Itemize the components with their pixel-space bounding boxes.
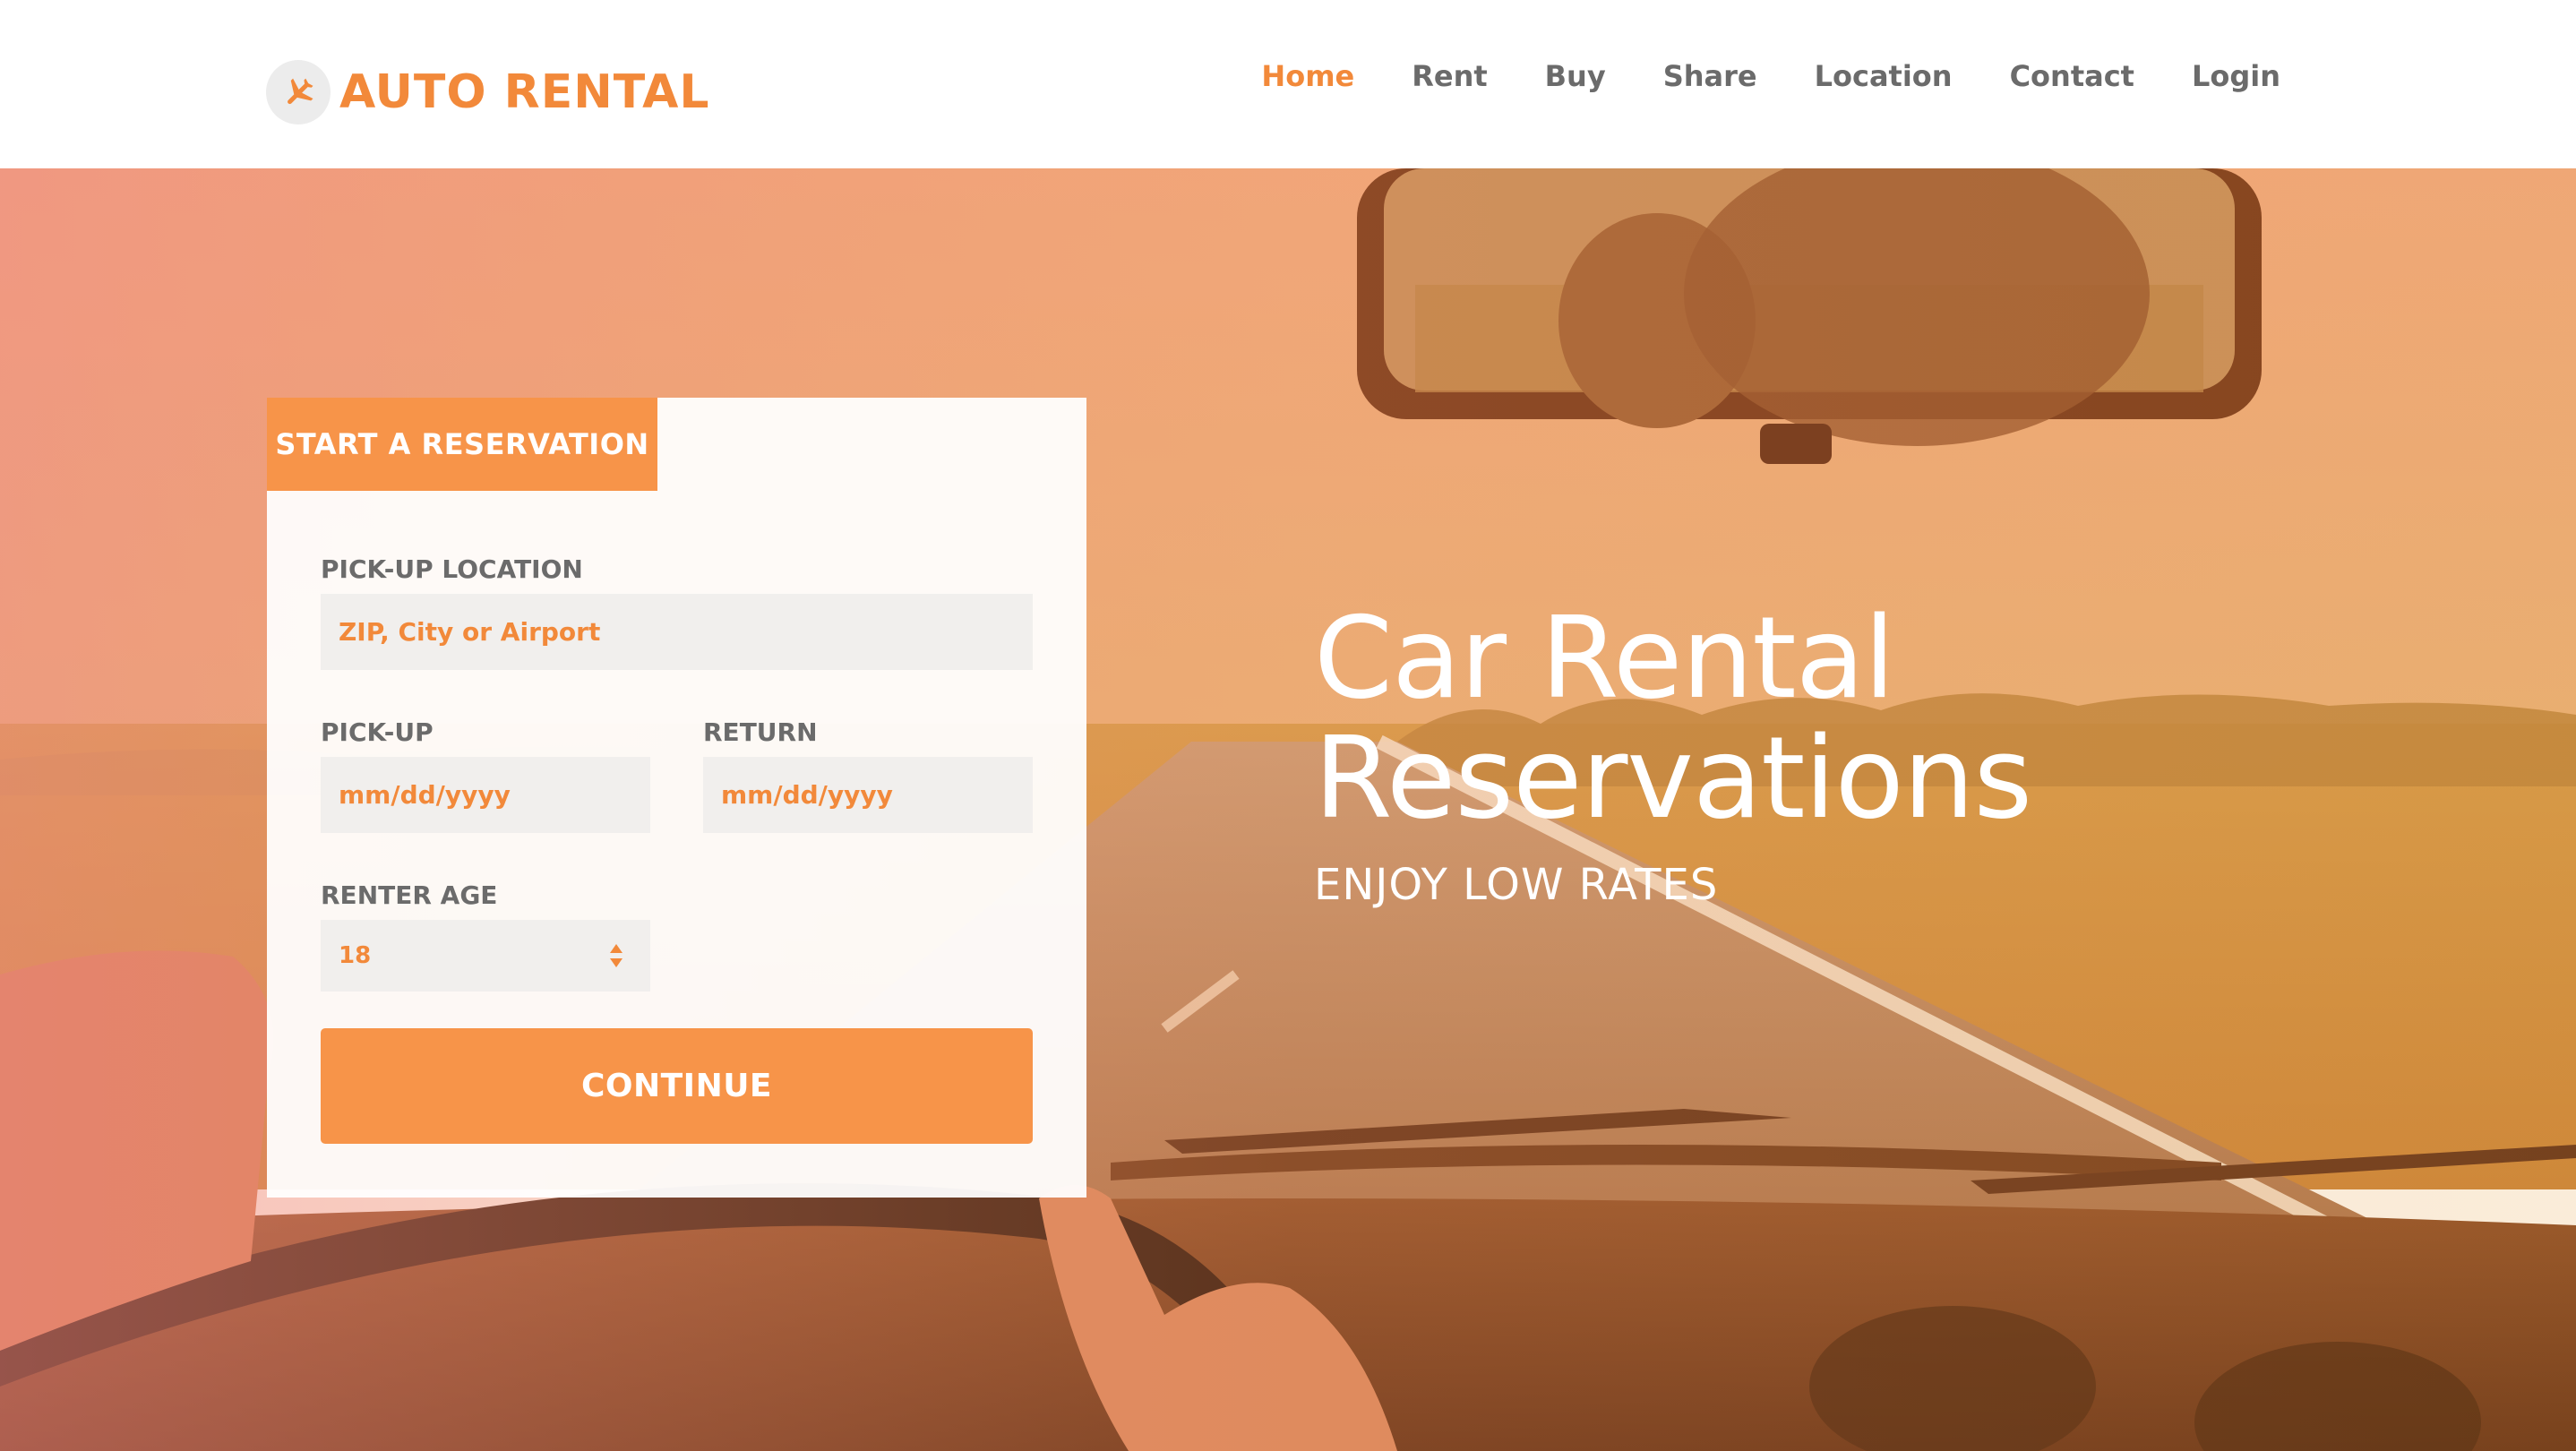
hero-title: Car Rental Reservations <box>1314 592 2032 844</box>
brand-logo[interactable]: AUTO RENTAL <box>266 60 710 124</box>
select-arrows-icon <box>610 944 623 967</box>
nav-item-login[interactable]: Login <box>2192 59 2280 93</box>
brand-name: AUTO RENTAL <box>339 65 710 119</box>
return-date-label: RETURN <box>703 717 818 747</box>
pickup-date-input[interactable]: mm/dd/yyyy <box>321 757 650 833</box>
renter-age-label: RENTER AGE <box>321 880 498 910</box>
site-header: AUTO RENTAL Home Rent Buy Share Location… <box>0 0 2576 168</box>
renter-age-value: 18 <box>339 942 372 969</box>
nav-item-rent[interactable]: Rent <box>1412 59 1487 93</box>
nav-item-contact[interactable]: Contact <box>2010 59 2134 93</box>
hero-section: Car Rental Reservations ENJOY LOW RATES … <box>0 168 2576 1451</box>
pickup-location-label: PICK-UP LOCATION <box>321 554 583 584</box>
renter-age-select[interactable]: 18 <box>321 920 650 992</box>
airplane-icon <box>266 60 331 124</box>
hero-copy: Car Rental Reservations ENJOY LOW RATES <box>1314 592 2032 911</box>
nav-item-buy[interactable]: Buy <box>1545 59 1606 93</box>
nav-item-share[interactable]: Share <box>1663 59 1757 93</box>
reservation-form: START A RESERVATION PICK-UP LOCATION ZIP… <box>267 398 1086 1198</box>
hero-subtitle: ENJOY LOW RATES <box>1314 860 1719 910</box>
pickup-date-label: PICK-UP <box>321 717 434 747</box>
hero-title-line-1: Car Rental <box>1314 592 1895 724</box>
continue-button[interactable]: CONTINUE <box>321 1028 1033 1144</box>
reservation-tab[interactable]: START A RESERVATION <box>267 398 657 491</box>
main-nav: Home Rent Buy Share Location Contact Log… <box>1204 59 2280 93</box>
nav-item-home[interactable]: Home <box>1261 59 1354 93</box>
nav-item-location[interactable]: Location <box>1815 59 1953 93</box>
hero-title-line-2: Reservations <box>1314 712 2032 844</box>
return-date-input[interactable]: mm/dd/yyyy <box>703 757 1033 833</box>
pickup-location-input[interactable]: ZIP, City or Airport <box>321 594 1033 670</box>
